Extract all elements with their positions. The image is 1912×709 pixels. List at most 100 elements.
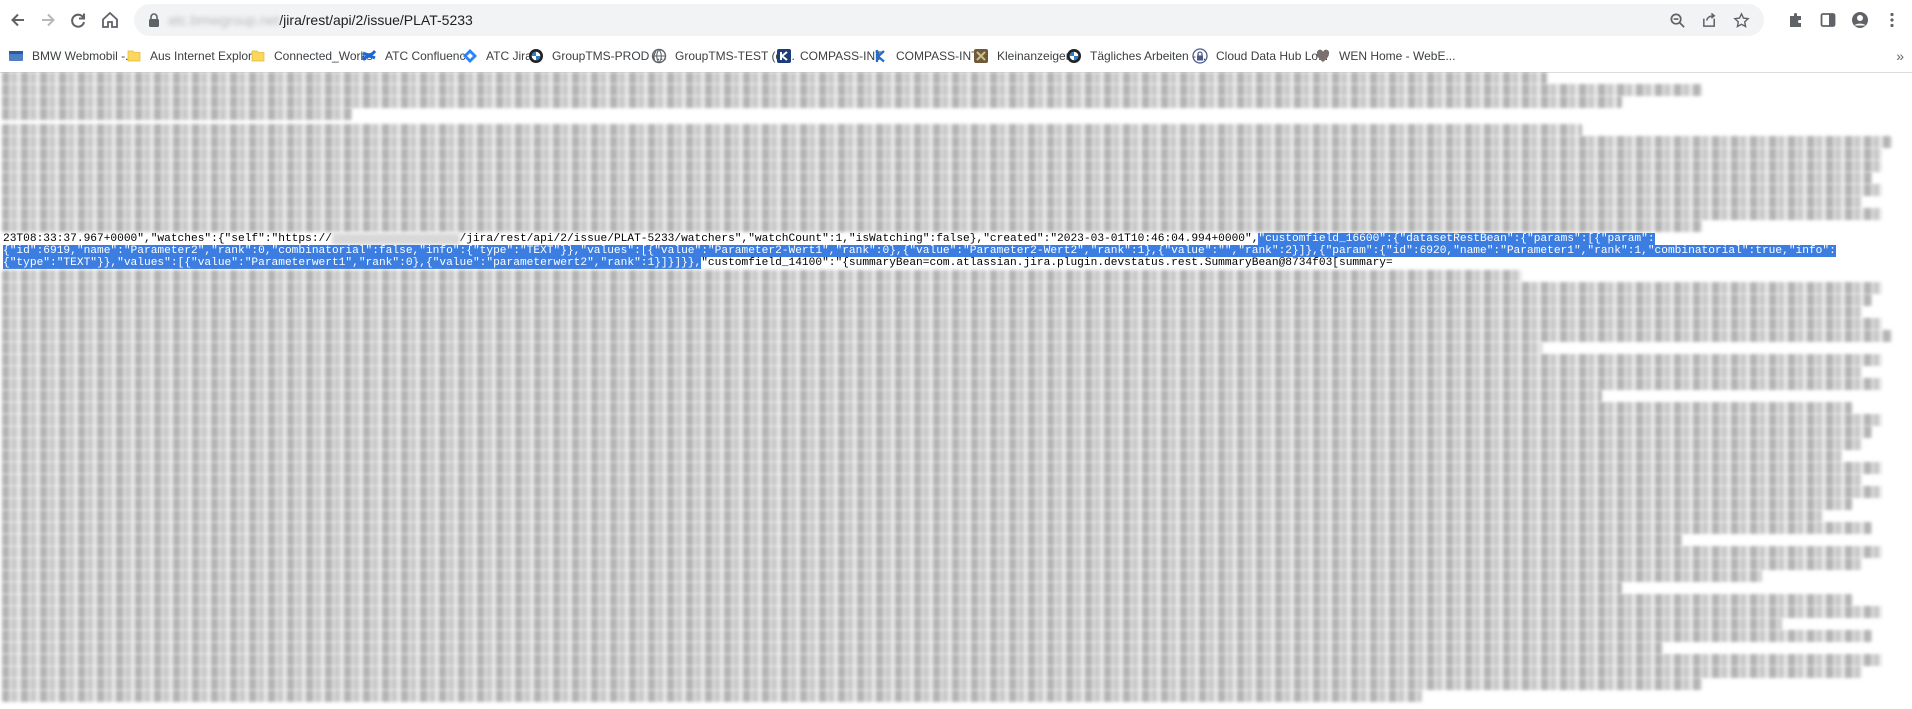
- lock-icon: [1192, 48, 1208, 64]
- blurred-text-line: [2, 172, 1872, 184]
- more-bookmarks-icon[interactable]: »: [1896, 48, 1904, 64]
- blurred-text-line: [2, 270, 1522, 282]
- menu-button[interactable]: [1878, 6, 1906, 34]
- json-text: 23T08:33:37.967+0000","watches":{"self":…: [3, 233, 332, 245]
- selected-json-text[interactable]: "customfield_16600":{"datasetRestBean":{…: [1258, 233, 1655, 245]
- extensions-button[interactable]: [1782, 6, 1810, 34]
- blurred-text-line: [2, 124, 1582, 136]
- bookmark-kleinanzeigen[interactable]: Kleinanzeigen: [973, 44, 1072, 68]
- side-panel-button[interactable]: [1814, 6, 1842, 34]
- blurred-text-line: [2, 366, 1862, 378]
- bookmark-connected-works[interactable]: Connected_Works: [250, 44, 373, 68]
- bookmark-label: Tägliches Arbeiten -...: [1090, 49, 1207, 63]
- reload-button[interactable]: [62, 4, 94, 36]
- puzzle-icon: [1790, 13, 1801, 27]
- redacted-host: atc.bmwgroup.net/xx: [331, 233, 460, 245]
- blurred-text-line: [2, 196, 1862, 208]
- bookmark-aus-internet-explorer[interactable]: Aus Internet Explor...: [126, 44, 261, 68]
- bookmark-grouptms-prod[interactable]: GroupTMS-PROD (...: [528, 44, 667, 68]
- blurred-text-line: [2, 184, 1882, 196]
- blurred-text-line: [2, 450, 1842, 462]
- selected-json-text[interactable]: {"type":"TEXT"}},"values":[{"value":"Par…: [3, 257, 702, 269]
- bookmark-label: Aus Internet Explor...: [150, 49, 262, 63]
- blurred-text-line: [2, 534, 1682, 546]
- bookmark-atc-jira[interactable]: ATC Jira: [462, 44, 532, 68]
- url-text[interactable]: atc.bmwgroup.net/jira/rest/api/2/issue/P…: [168, 4, 473, 36]
- side-panel-icon: [1820, 13, 1836, 27]
- blurred-text-line: [2, 462, 1882, 474]
- json-line-1: 23T08:33:37.967+0000","watches":{"self":…: [3, 233, 1655, 245]
- bookmarks-bar: BMW Webmobil -... Aus Internet Explor...…: [0, 40, 1912, 73]
- json-line-2: {"id":6919,"name":"Parameter2","rank":0,…: [3, 245, 1836, 257]
- bookmark-compass-int[interactable]: COMPASS-INT: [776, 44, 882, 68]
- browser-actions: [1782, 4, 1906, 36]
- blurred-text-line: [2, 510, 1822, 522]
- profile-button[interactable]: [1846, 6, 1874, 34]
- json-line-3: {"type":"TEXT"}},"values":[{"value":"Par…: [3, 257, 1393, 269]
- bookmark-label: Connected_Works: [274, 49, 373, 63]
- bmw-icon: [528, 48, 544, 64]
- blurred-text-line: [2, 318, 1882, 330]
- forward-button[interactable]: [32, 4, 64, 36]
- folder-icon: [126, 48, 142, 64]
- blurred-text-line: [2, 330, 1892, 342]
- bookmark-taegliches-arbeiten[interactable]: Tägliches Arbeiten -...: [1066, 44, 1206, 68]
- zoom-button[interactable]: [1664, 7, 1690, 33]
- bookmark-grouptms-test[interactable]: GroupTMS-TEST (di...: [651, 44, 795, 68]
- bookmark-label: COMPASS-INT: [800, 49, 883, 63]
- url-host: atc.bmwgroup.net: [168, 12, 280, 28]
- blurred-text-line: [2, 558, 1862, 570]
- blurred-text-line: [2, 108, 352, 120]
- globe-icon: [651, 48, 667, 64]
- k-logo-icon: [776, 48, 792, 64]
- k-logo-icon: [872, 48, 888, 64]
- blurred-text-line: [2, 414, 1882, 426]
- bookmark-label: WEN Home - WebE...: [1339, 49, 1456, 63]
- blurred-text-line: [2, 570, 1762, 582]
- json-text: /jira/rest/api/2/issue/PLAT-5233/watcher…: [459, 233, 1259, 245]
- blurred-text-line: [2, 618, 1782, 630]
- blurred-text-line: [2, 342, 1542, 354]
- blurred-text-line: [2, 306, 1862, 318]
- blurred-text-line: [2, 678, 1702, 690]
- url-path: /jira/rest/api/2/issue/PLAT-5233: [279, 12, 473, 28]
- bookmark-label: ATC Jira: [486, 49, 532, 63]
- bookmark-label: ATC Confluence: [385, 49, 473, 63]
- home-button[interactable]: [94, 4, 126, 36]
- selected-json-text[interactable]: {"id":6919,"name":"Parameter2","rank":0,…: [3, 245, 1836, 257]
- blurred-text-line: [2, 354, 1882, 366]
- share-button[interactable]: [1696, 7, 1722, 33]
- bookmark-compass-int2[interactable]: COMPASS-INT2: [872, 44, 985, 68]
- omnibox-actions: [1664, 4, 1754, 36]
- blurred-text-line: [2, 390, 1602, 402]
- bookmark-star-button[interactable]: [1728, 7, 1754, 33]
- json-text: "customfield_14100":"{summaryBean=com.at…: [701, 257, 1393, 269]
- blurred-text-line: [2, 594, 1852, 606]
- bookmark-label: Kleinanzeigen: [997, 49, 1073, 63]
- bmw-icon: [1066, 48, 1082, 64]
- bookmark-label: BMW Webmobil -...: [32, 49, 136, 63]
- browser-toolbar: atc.bmwgroup.net/jira/rest/api/2/issue/P…: [0, 0, 1912, 40]
- bookmark-label: Cloud Data Hub Lo...: [1216, 49, 1329, 63]
- blurred-text-line: [2, 642, 1662, 654]
- back-button[interactable]: [2, 4, 34, 36]
- blurred-text-line: [2, 438, 1862, 450]
- blurred-text-line: [2, 148, 1882, 160]
- bookmark-wen-home[interactable]: WEN Home - WebE...: [1315, 44, 1455, 68]
- address-bar[interactable]: atc.bmwgroup.net/jira/rest/api/2/issue/P…: [134, 4, 1764, 36]
- jira-icon: [462, 48, 478, 64]
- zoom-out-icon: [1670, 13, 1685, 28]
- blurred-text-line: [2, 630, 1872, 642]
- kleinanzeigen-icon: [973, 48, 989, 64]
- bookmark-cloud-data-hub[interactable]: Cloud Data Hub Lo...: [1192, 44, 1328, 68]
- bookmark-bmw-webmobil[interactable]: BMW Webmobil -...: [8, 44, 135, 68]
- blurred-text-line: [2, 522, 1872, 534]
- blurred-text-line: [2, 582, 1622, 594]
- blurred-text-line: [2, 606, 1882, 618]
- bookmark-atc-confluence[interactable]: ATC Confluence: [361, 44, 472, 68]
- globe-icon: [8, 48, 24, 64]
- bookmark-label: COMPASS-INT2: [896, 49, 986, 63]
- bookmark-label: GroupTMS-PROD (...: [552, 49, 667, 63]
- star-icon: [1732, 11, 1750, 28]
- json-response-body: 23T08:33:37.967+0000","watches":{"self":…: [0, 72, 1912, 709]
